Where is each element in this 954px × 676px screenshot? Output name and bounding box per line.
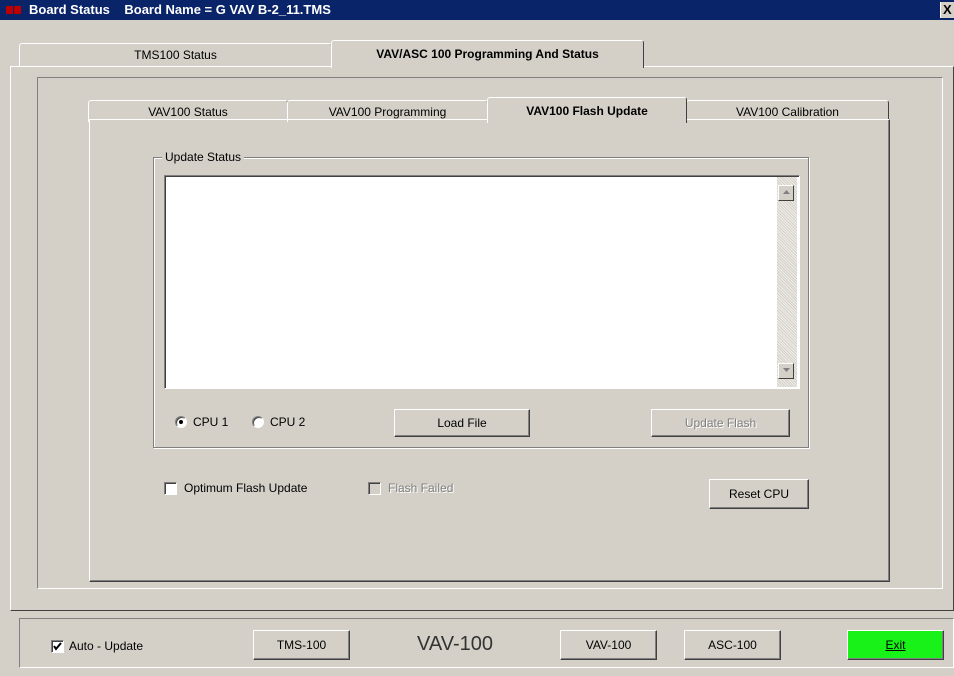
vav100-button-label: VAV-100: [585, 638, 632, 652]
arrow-up-icon: [782, 190, 790, 194]
flash-failed-checkbox: [368, 482, 381, 495]
app-icon: [6, 6, 22, 14]
reset-cpu-button[interactable]: Reset CPU: [709, 479, 809, 509]
load-file-label: Load File: [437, 416, 487, 430]
window-title-label: Board Status: [29, 2, 110, 17]
tms100-button[interactable]: TMS-100: [253, 630, 350, 660]
arrow-down-icon: [782, 368, 790, 372]
cpu1-radio[interactable]: [175, 416, 187, 428]
tab-vav100-programming-label: VAV100 Programming: [328, 105, 447, 119]
cpu2-radio[interactable]: [252, 416, 264, 428]
checkmark-icon: [53, 642, 62, 651]
optimum-flash-update-checkbox[interactable]: [164, 482, 177, 495]
load-file-button[interactable]: Load File: [394, 409, 530, 437]
tab-vav-asc-programming-label: VAV/ASC 100 Programming And Status: [376, 47, 599, 61]
optimum-flash-update-label[interactable]: Optimum Flash Update: [184, 480, 307, 496]
asc100-button[interactable]: ASC-100: [684, 630, 781, 660]
cpu1-label[interactable]: CPU 1: [193, 414, 228, 430]
active-tab-joiner: [489, 118, 685, 121]
tab-vav100-flash-update-label: VAV100 Flash Update: [526, 104, 648, 118]
tab-vav100-calibration-label: VAV100 Calibration: [736, 105, 839, 119]
window-title: Board Status Board Name = G VAV B-2_11.T…: [29, 2, 331, 18]
exit-button-label: Exit: [885, 638, 906, 652]
vav100-button[interactable]: VAV-100: [560, 630, 657, 660]
update-status-legend: Update Status: [162, 149, 245, 165]
update-flash-label: Update Flash: [684, 416, 757, 430]
title-bar: Board Status Board Name = G VAV B-2_11.T…: [0, 0, 954, 20]
scroll-down-button[interactable]: [778, 363, 794, 379]
auto-update-label[interactable]: Auto - Update: [69, 638, 143, 654]
current-board-label: VAV-100: [417, 633, 493, 655]
radio-selected-dot: [179, 420, 183, 424]
close-icon: X: [943, 2, 952, 17]
cpu2-label[interactable]: CPU 2: [270, 414, 305, 430]
update-flash-button[interactable]: Update Flash: [651, 409, 790, 437]
auto-update-checkbox[interactable]: [51, 640, 64, 653]
exit-button[interactable]: Exit: [847, 630, 944, 660]
status-scrollbar[interactable]: [777, 177, 797, 387]
close-button[interactable]: X: [940, 2, 954, 18]
flash-failed-label: Flash Failed: [388, 481, 454, 495]
tab-tms100-status[interactable]: TMS100 Status: [19, 43, 332, 67]
asc100-button-label: ASC-100: [708, 638, 757, 652]
active-outer-tab-joiner: [333, 65, 642, 68]
board-name-label: Board Name = G VAV B-2_11.TMS: [124, 2, 331, 17]
update-status-textarea[interactable]: [164, 175, 800, 389]
tab-tms100-status-label: TMS100 Status: [134, 48, 217, 62]
scroll-up-button[interactable]: [778, 185, 794, 201]
reset-cpu-label: Reset CPU: [728, 487, 790, 501]
tms100-button-label: TMS-100: [276, 638, 327, 652]
tab-vav100-status-label: VAV100 Status: [148, 105, 228, 119]
tab-vav-asc-programming[interactable]: VAV/ASC 100 Programming And Status: [331, 40, 644, 68]
